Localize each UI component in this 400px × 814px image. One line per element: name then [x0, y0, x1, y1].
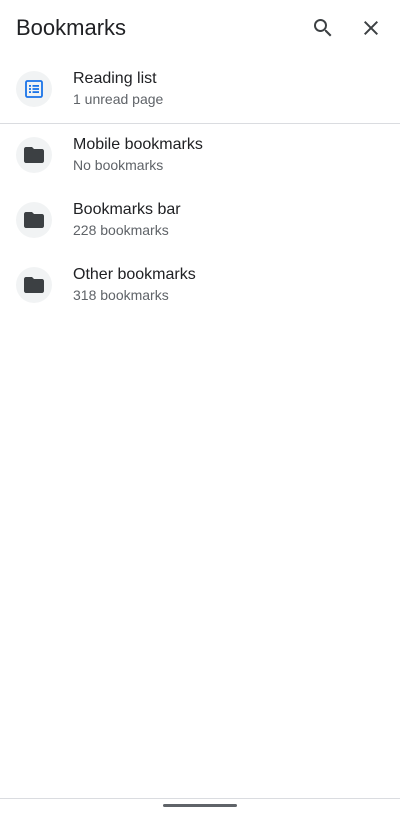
list-item-title: Reading list [73, 70, 157, 87]
folder-icon-container [16, 137, 52, 173]
reading-list-icon [25, 80, 43, 98]
list-item-title: Other bookmarks [73, 266, 196, 283]
close-icon [364, 21, 378, 35]
reading-list-icon-container [16, 71, 52, 107]
folder-icon [24, 147, 44, 163]
navigation-bar-divider [0, 798, 400, 799]
list-item-subtitle: 1 unread page [73, 91, 164, 107]
list-item-mobile-bookmarks[interactable]: Mobile bookmarks No bookmarks [0, 123, 400, 187]
list-item-subtitle: 228 bookmarks [73, 222, 169, 238]
gesture-navigation-handle[interactable] [163, 804, 237, 807]
search-icon [314, 19, 332, 37]
folder-icon-container [16, 267, 52, 303]
list-item-subtitle: 318 bookmarks [73, 287, 169, 303]
page-title: Bookmarks [16, 15, 127, 40]
bookmarks-screen: Bookmarks Reading list 1 unread page Mob… [0, 0, 400, 814]
list-item-other-bookmarks[interactable]: Other bookmarks 318 bookmarks [0, 253, 400, 317]
list-item-reading-list[interactable]: Reading list 1 unread page [0, 57, 400, 121]
folder-icon-container [16, 202, 52, 238]
list-item-title: Mobile bookmarks [73, 136, 203, 153]
close-button[interactable] [351, 8, 391, 48]
list-item-subtitle: No bookmarks [73, 157, 164, 173]
folder-icon [24, 212, 44, 228]
toolbar: Bookmarks [0, 0, 400, 56]
list-item-bookmarks-bar[interactable]: Bookmarks bar 228 bookmarks [0, 188, 400, 252]
list-item-title: Bookmarks bar [73, 201, 181, 218]
search-button[interactable] [303, 8, 343, 48]
folder-icon [24, 277, 44, 293]
